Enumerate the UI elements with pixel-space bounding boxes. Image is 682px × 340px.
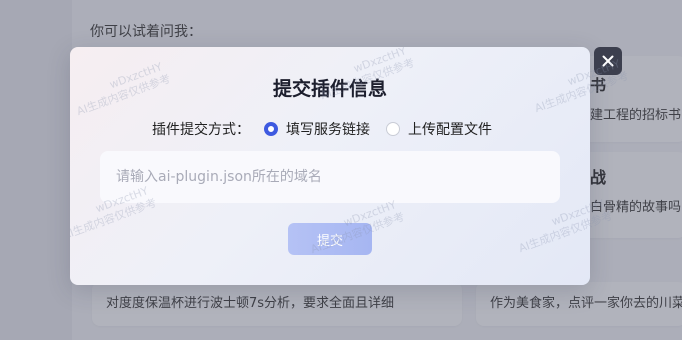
radio-label-service-link: 填写服务链接 <box>286 122 370 138</box>
plugin-submit-dialog: 提交插件信息 插件提交方式： 填写服务链接 上传配置文件 提交 wDxzctHY… <box>70 47 590 285</box>
watermark-text: AI生成内容仅供参考 <box>70 196 159 243</box>
radio-checked-icon[interactable] <box>264 122 278 136</box>
page: 你可以试着问我： 书 建工程的招标书 战 白骨精的故事吗 对度度保温杯进行波士顿… <box>0 0 682 340</box>
radio-label-upload-config: 上传配置文件 <box>408 122 492 138</box>
radio-option-upload-config[interactable]: 上传配置文件 <box>386 119 492 139</box>
radio-option-service-link[interactable]: 填写服务链接 <box>264 119 370 139</box>
submit-button[interactable]: 提交 <box>288 223 372 255</box>
close-icon <box>602 55 614 67</box>
radio-unchecked-icon[interactable] <box>386 122 400 136</box>
close-button[interactable] <box>594 47 622 75</box>
dialog-title: 提交插件信息 <box>272 78 387 100</box>
submit-method-group: 插件提交方式： 填写服务链接 上传配置文件 <box>152 119 508 139</box>
plugin-domain-input[interactable] <box>100 151 560 203</box>
submit-method-label: 插件提交方式： <box>152 122 250 138</box>
